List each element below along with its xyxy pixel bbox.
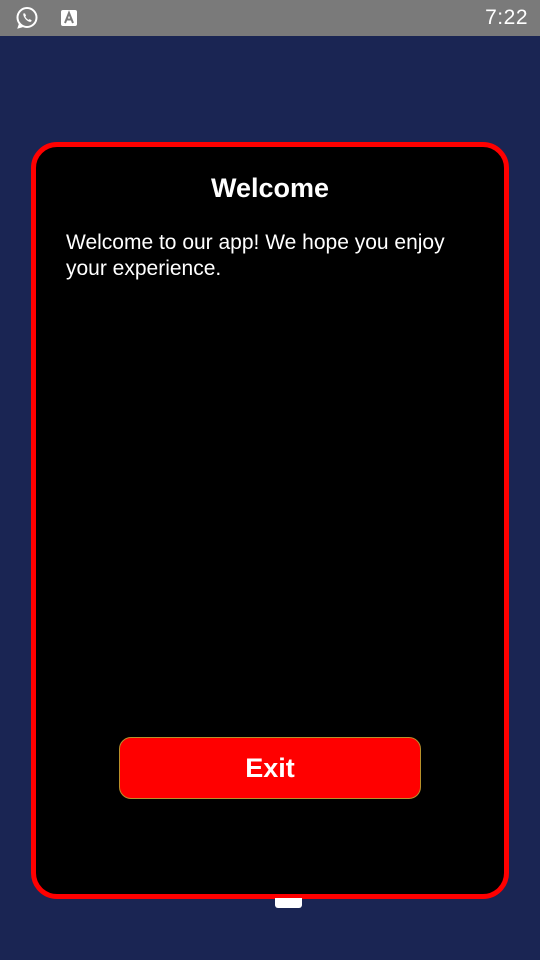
underlying-element-edge xyxy=(275,898,302,908)
dialog-title: Welcome xyxy=(210,173,330,203)
notification-icons xyxy=(15,6,81,30)
whatsapp-icon xyxy=(15,6,39,30)
status-time: 7:22 xyxy=(485,6,528,29)
keyboard-a-icon xyxy=(57,6,81,30)
status-bar: 7:22 xyxy=(0,0,540,36)
dialog-message: Welcome to our app! We hope you enjoy yo… xyxy=(66,231,445,280)
welcome-dialog: Welcome Welcome to our app! We hope you … xyxy=(31,142,509,899)
exit-button[interactable]: Exit xyxy=(119,737,421,799)
